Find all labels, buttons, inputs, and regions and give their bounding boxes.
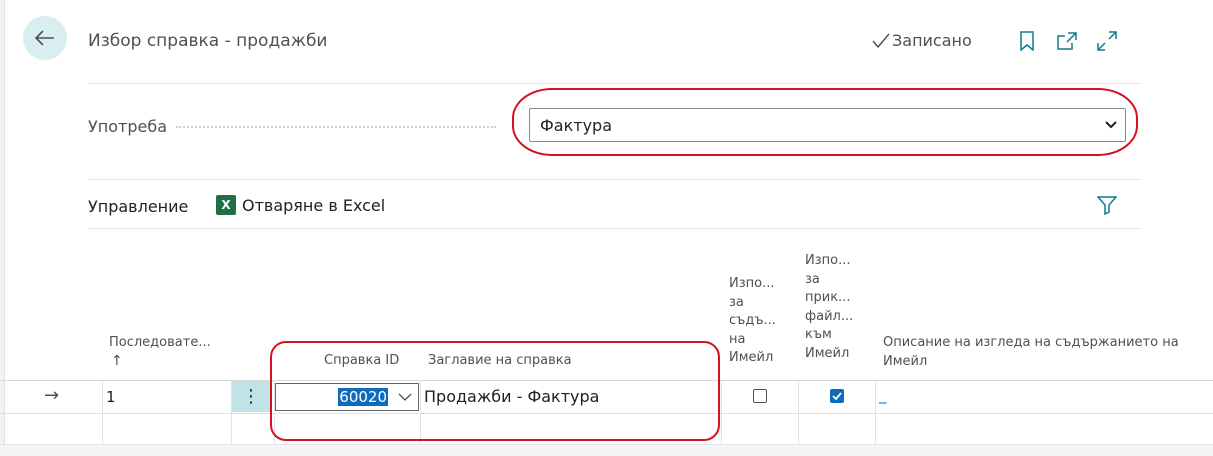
open-in-new-window-icon xyxy=(1057,32,1077,50)
filter-button[interactable] xyxy=(1095,193,1119,217)
header-line: съдъ... xyxy=(729,313,776,328)
checkmark-icon xyxy=(872,33,890,48)
col-header-sequence[interactable]: Последовате... xyxy=(109,334,211,353)
header-line: Имейл xyxy=(805,345,850,361)
open-in-excel-label: Отваряне в Excel xyxy=(242,195,386,215)
checkmark-icon xyxy=(832,392,842,400)
header-divider xyxy=(88,83,1141,84)
col-header-use-for-email-body[interactable]: Изпо... за съдъ... на Имейл xyxy=(729,275,776,368)
use-for-email-attachment-checkbox[interactable] xyxy=(830,389,844,403)
header-line: Изпо... xyxy=(729,276,775,291)
saved-status: Записано xyxy=(872,31,972,50)
field-leader-dots xyxy=(176,126,496,128)
section-divider xyxy=(88,179,1141,180)
row-actions-button[interactable]: ⋮ xyxy=(232,381,270,412)
col-header-use-for-email-attachment[interactable]: Изпо... за прик... файл... към Имейл xyxy=(805,252,853,363)
use-for-email-body-checkbox[interactable] xyxy=(753,389,767,403)
header-line: Имейл xyxy=(729,350,774,365)
page-title: Избор справка - продажби xyxy=(88,31,328,51)
bookmark-button[interactable] xyxy=(1015,29,1039,53)
header-line: на xyxy=(729,331,746,347)
header-line: Изпо... xyxy=(805,253,851,268)
expand-icon xyxy=(1097,31,1117,51)
col-header-email-layout[interactable]: Описание на изгледа на съдържанието на И… xyxy=(883,334,1193,371)
excel-icon: X xyxy=(216,195,236,215)
header-line: прик... xyxy=(805,290,851,305)
arrow-left-icon xyxy=(35,30,54,46)
col-divider xyxy=(798,380,799,444)
left-edge xyxy=(0,0,5,455)
filter-icon xyxy=(1097,196,1117,215)
open-new-window-button[interactable] xyxy=(1055,29,1079,53)
highlight-oval-usage xyxy=(512,88,1138,156)
bookmark-icon xyxy=(1020,31,1034,51)
open-in-excel-button[interactable]: X Отваряне в Excel xyxy=(216,195,385,215)
col-divider xyxy=(875,380,876,444)
header-line: за xyxy=(729,294,744,310)
cell-email-layout[interactable]: _ xyxy=(879,386,887,404)
col-divider xyxy=(102,380,103,444)
back-button[interactable] xyxy=(23,16,67,60)
col-divider xyxy=(721,380,722,444)
sort-ascending-icon: ↑ xyxy=(111,353,123,369)
highlight-rect-report xyxy=(270,341,720,441)
header-line: файл... xyxy=(805,308,854,324)
saved-label: Записано xyxy=(892,31,972,50)
row-indicator-arrow-icon: → xyxy=(44,385,60,406)
usage-label: Употреба xyxy=(88,117,167,136)
toolbar-divider xyxy=(88,228,1141,229)
cell-sequence[interactable]: 1 xyxy=(106,388,116,406)
table-footer xyxy=(0,444,1213,456)
header-line: към xyxy=(805,327,832,342)
header-line: за xyxy=(805,271,820,287)
manage-menu[interactable]: Управление xyxy=(88,197,188,216)
expand-button[interactable] xyxy=(1095,29,1119,53)
